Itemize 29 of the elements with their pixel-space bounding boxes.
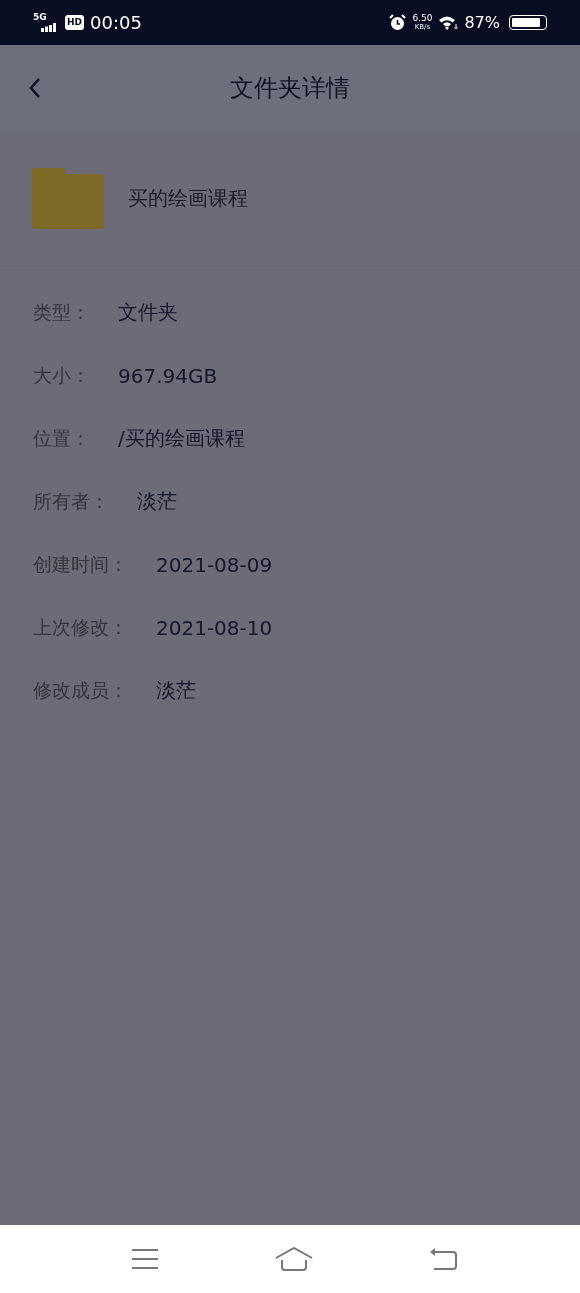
- battery-icon: [509, 15, 547, 30]
- detail-value: 淡茫: [156, 677, 196, 704]
- hd-badge: HD: [65, 15, 84, 30]
- detail-label: 大小：: [33, 362, 90, 388]
- folder-name: 买的绘画课程: [128, 184, 248, 212]
- detail-value: 2021-08-09: [156, 552, 273, 577]
- detail-label: 类型：: [33, 299, 90, 325]
- page-title: 文件夹详情: [230, 72, 350, 104]
- alarm-icon: [389, 14, 407, 31]
- network-label: 5G: [33, 12, 47, 22]
- speed-value: 6.50: [412, 13, 433, 23]
- detail-value: 967.94GB: [118, 363, 218, 388]
- signal-icon: [41, 21, 57, 32]
- detail-label: 创建时间：: [33, 551, 128, 577]
- detail-label: 位置：: [33, 425, 90, 451]
- detail-label: 所有者：: [33, 488, 109, 514]
- detail-label: 修改成员：: [33, 677, 128, 703]
- clock-time: 00:05: [90, 12, 142, 33]
- battery-percent: 87%: [464, 13, 500, 32]
- detail-label: 上次修改：: [33, 614, 128, 640]
- detail-value: 淡茫: [137, 488, 177, 515]
- wifi-icon: [438, 15, 459, 30]
- detail-value: 2021-08-10: [156, 615, 273, 640]
- detail-value: 文件夹: [118, 299, 178, 326]
- detail-value: /买的绘画课程: [118, 425, 245, 452]
- folder-icon: [32, 167, 104, 229]
- back-icon[interactable]: [429, 1247, 457, 1271]
- home-icon[interactable]: [275, 1247, 313, 1271]
- menu-icon[interactable]: [131, 1248, 159, 1270]
